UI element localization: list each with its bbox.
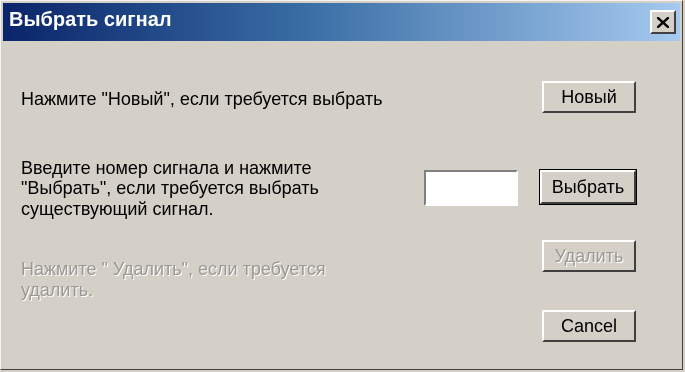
select-instruction-line-2: "Выбрать", если требуется выбрать bbox=[21, 178, 319, 198]
delete-button: Удалить bbox=[542, 240, 636, 272]
signal-number-input[interactable] bbox=[424, 170, 518, 206]
select-button[interactable]: Выбрать bbox=[539, 169, 637, 205]
select-instruction-line-1: Введите номер сигнала и нажмите bbox=[21, 158, 312, 178]
new-instruction-text: Нажмите "Новый", если требуется выбрать bbox=[21, 89, 383, 109]
dialog-title: Выбрать сигнал bbox=[9, 9, 172, 31]
close-icon bbox=[657, 16, 669, 28]
close-button[interactable] bbox=[650, 10, 676, 34]
title-bar[interactable]: Выбрать сигнал bbox=[3, 3, 680, 41]
select-instruction-line-3: существующий сигнал. bbox=[21, 199, 214, 219]
new-button[interactable]: Новый bbox=[542, 81, 636, 113]
delete-instruction-line-2: удалить. bbox=[21, 280, 94, 300]
select-signal-dialog: Выбрать сигнал Нажмите "Новый", если тре… bbox=[0, 0, 683, 370]
cancel-button[interactable]: Cancel bbox=[542, 310, 636, 342]
delete-instruction-line-1: Нажмите " Удалить", если требуется bbox=[21, 259, 326, 279]
